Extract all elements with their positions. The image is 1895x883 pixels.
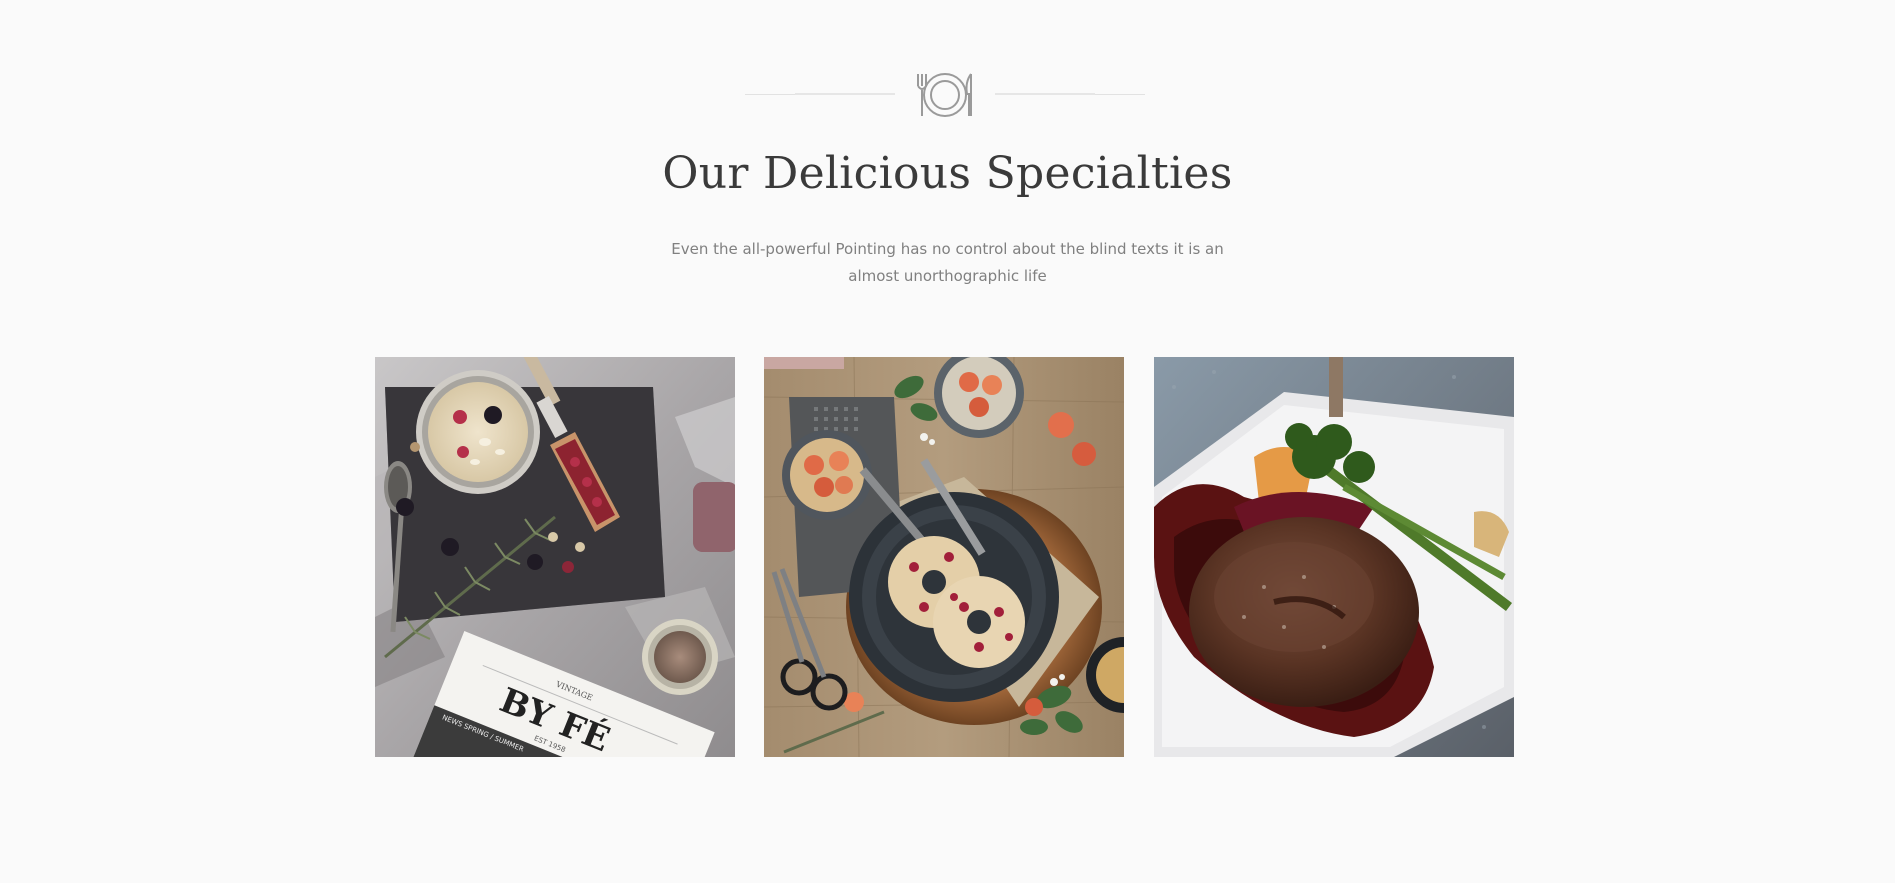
section-subtitle: Even the all-powerful Pointing has no co… [671,240,1224,285]
specialties-gallery: VINTAGE BY FÉ EST 1958 NEWS SPRING / SUM… [375,357,1515,757]
plate-fork-knife-icon [917,73,972,117]
steak-plate-photo[interactable] [1154,357,1514,757]
section-title: Our Delicious Specialties [662,148,1233,199]
specialties-section: Our Delicious Specialties Even the all-p… [0,0,1895,883]
ornament-line-right [995,93,1145,95]
ornament-line-left [745,93,895,95]
section-ornament [0,66,1895,122]
breakfast-bowl-photo[interactable]: VINTAGE BY FÉ EST 1958 NEWS SPRING / SUM… [375,357,735,757]
bagel-plate-photo[interactable] [764,357,1124,757]
